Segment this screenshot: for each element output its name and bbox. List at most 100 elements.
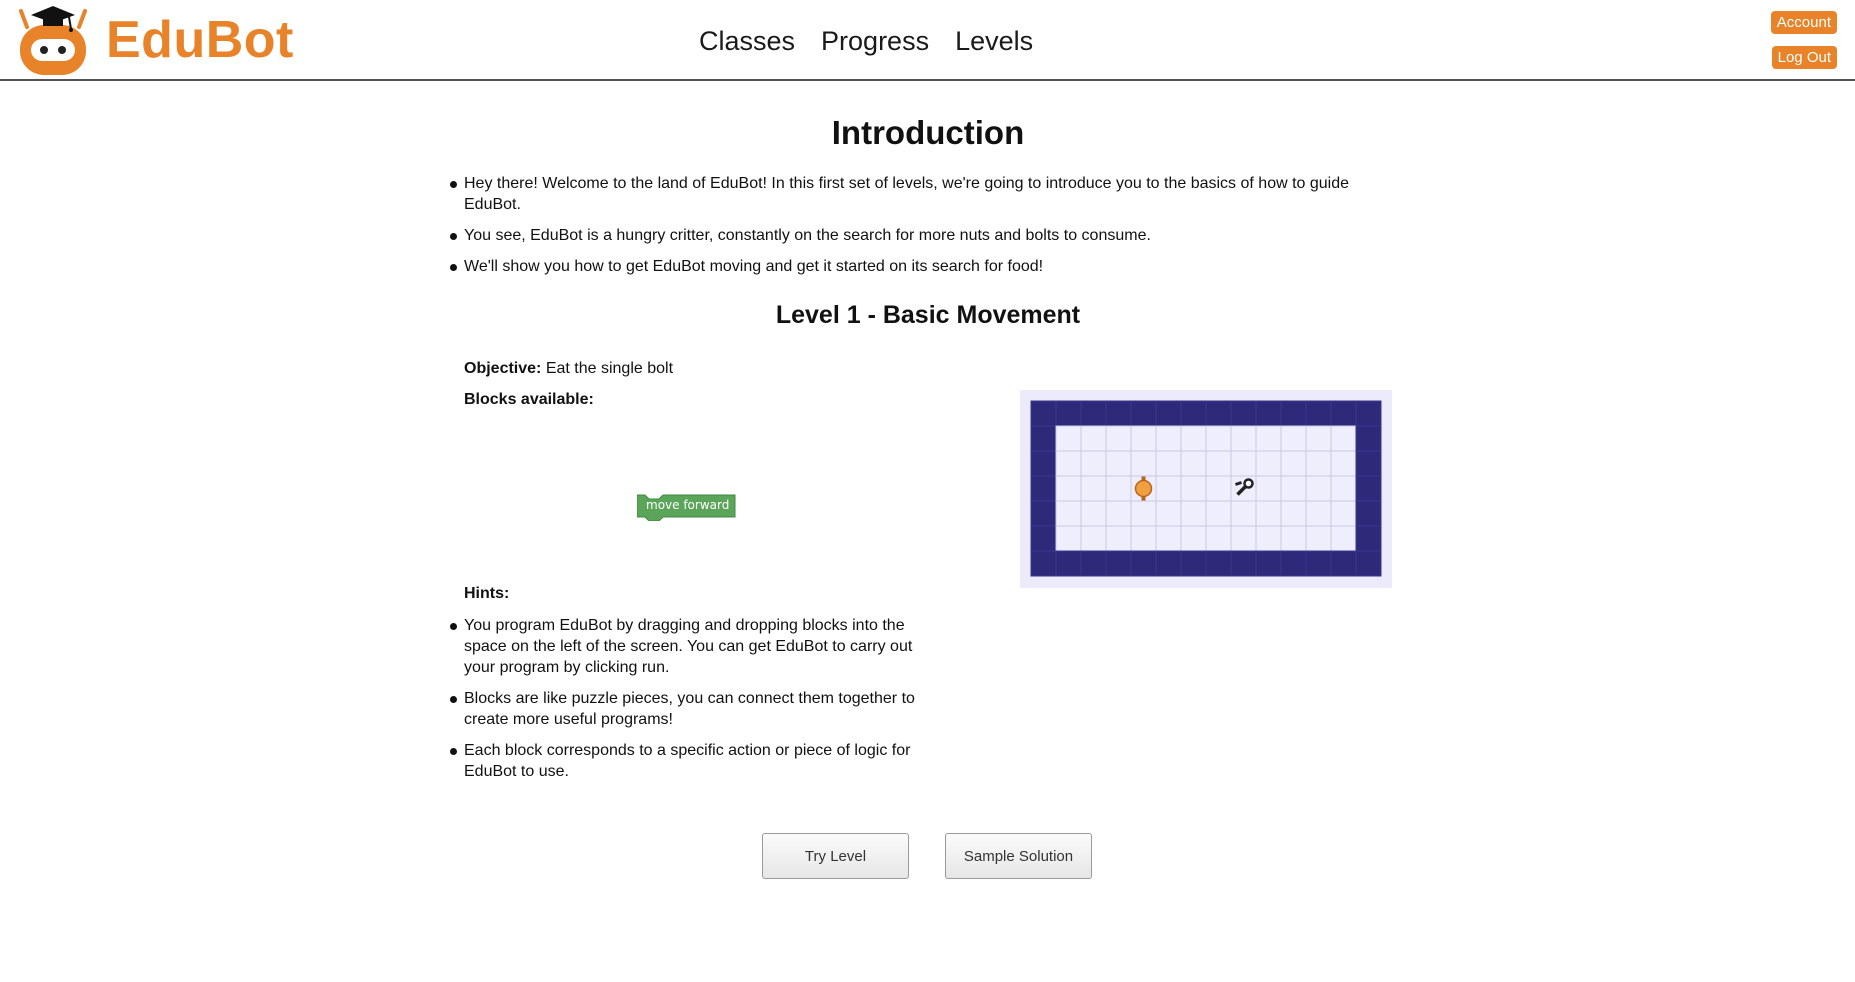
objective: Objective: Eat the single bolt [464, 358, 673, 379]
objective-text: Eat the single bolt [545, 360, 674, 377]
floor-tile [1280, 425, 1307, 452]
wall-tile [1055, 400, 1082, 427]
floor-tile [1080, 525, 1107, 552]
floor-tile [1305, 500, 1332, 527]
floor-tile [1330, 500, 1357, 527]
wall-tile [1305, 550, 1332, 577]
floor-tile [1055, 525, 1082, 552]
wall-tile [1030, 425, 1057, 452]
floor-tile [1055, 475, 1082, 502]
wall-tile [1330, 550, 1357, 577]
wall-tile [1280, 400, 1307, 427]
floor-tile [1080, 475, 1107, 502]
floor-tile [1180, 525, 1207, 552]
wall-tile [1280, 550, 1307, 577]
floor-tile [1205, 425, 1232, 452]
hints-list: You program EduBot by dragging and dropp… [446, 615, 924, 792]
floor-tile [1130, 500, 1157, 527]
floor-tile [1155, 450, 1182, 477]
wall-tile [1355, 450, 1382, 477]
try-level-button[interactable]: Try Level [762, 833, 909, 879]
wall-tile [1030, 400, 1057, 427]
floor-tile [1055, 500, 1082, 527]
floor-tile [1255, 450, 1282, 477]
floor-tile [1055, 425, 1082, 452]
floor-tile [1105, 450, 1132, 477]
brand-name[interactable]: EduBot [106, 8, 294, 72]
wall-tile [1030, 525, 1057, 552]
wall-tile [1205, 400, 1232, 427]
objective-label: Objective: [464, 360, 542, 377]
floor-tile [1105, 500, 1132, 527]
wall-tile [1330, 400, 1357, 427]
wall-tile [1355, 400, 1382, 427]
wall-tile [1205, 550, 1232, 577]
floor-tile [1105, 525, 1132, 552]
floor-tile [1280, 500, 1307, 527]
wall-tile [1130, 400, 1157, 427]
floor-tile [1280, 475, 1307, 502]
move-forward-block: move forward [636, 493, 737, 526]
wall-tile [1230, 400, 1257, 427]
wall-tile [1030, 550, 1057, 577]
floor-tile [1305, 425, 1332, 452]
nav-progress[interactable]: Progress [821, 24, 929, 58]
wall-tile [1355, 500, 1382, 527]
wall-tile [1030, 450, 1057, 477]
logout-button[interactable]: Log Out [1771, 46, 1837, 69]
wall-tile [1355, 550, 1382, 577]
nav-levels[interactable]: Levels [955, 24, 1033, 58]
wall-tile [1305, 400, 1332, 427]
floor-tile [1305, 525, 1332, 552]
level-details: Objective: Eat the single bolt Blocks av… [446, 100, 1410, 879]
floor-tile [1205, 500, 1232, 527]
floor-tile [1080, 450, 1107, 477]
wall-tile [1080, 400, 1107, 427]
nav-classes[interactable]: Classes [699, 24, 795, 58]
floor-tile [1105, 425, 1132, 452]
floor-tile [1330, 450, 1357, 477]
wall-tile [1355, 475, 1382, 502]
hints-label: Hints: [464, 585, 510, 602]
hint-item: Blocks are like puzzle pieces, you can c… [450, 688, 924, 730]
floor-tile [1205, 450, 1232, 477]
floor-tile [1330, 525, 1357, 552]
wall-tile [1180, 550, 1207, 577]
wall-tile [1355, 525, 1382, 552]
top-bar: EduBot Classes Progress Levels Account L… [0, 0, 1855, 81]
level-map-preview [1020, 390, 1392, 593]
wall-tile [1180, 400, 1207, 427]
floor-tile [1280, 450, 1307, 477]
wall-tile [1355, 425, 1382, 452]
wall-tile [1155, 550, 1182, 577]
floor-tile [1205, 475, 1232, 502]
hint-item: Each block corresponds to a specific act… [450, 740, 924, 782]
wall-tile [1255, 550, 1282, 577]
wall-tile [1155, 400, 1182, 427]
floor-tile [1230, 500, 1257, 527]
floor-tile [1130, 425, 1157, 452]
floor-tile [1180, 475, 1207, 502]
edubot-logo-icon[interactable] [17, 5, 89, 77]
floor-tile [1105, 475, 1132, 502]
floor-tile [1305, 450, 1332, 477]
floor-tile [1205, 525, 1232, 552]
floor-tile [1155, 525, 1182, 552]
floor-tile [1230, 425, 1257, 452]
wall-tile [1030, 500, 1057, 527]
account-button[interactable]: Account [1770, 11, 1837, 34]
floor-tile [1180, 450, 1207, 477]
wall-tile [1105, 400, 1132, 427]
sample-solution-button[interactable]: Sample Solution [945, 833, 1092, 879]
floor-tile [1155, 425, 1182, 452]
wall-tile [1230, 550, 1257, 577]
wall-tile [1055, 550, 1082, 577]
floor-tile [1255, 500, 1282, 527]
hint-item: You program EduBot by dragging and dropp… [450, 615, 924, 678]
floor-tile [1305, 475, 1332, 502]
floor-tile [1230, 525, 1257, 552]
floor-tile [1280, 525, 1307, 552]
wall-tile [1105, 550, 1132, 577]
wall-tile [1130, 550, 1157, 577]
floor-tile [1255, 475, 1282, 502]
